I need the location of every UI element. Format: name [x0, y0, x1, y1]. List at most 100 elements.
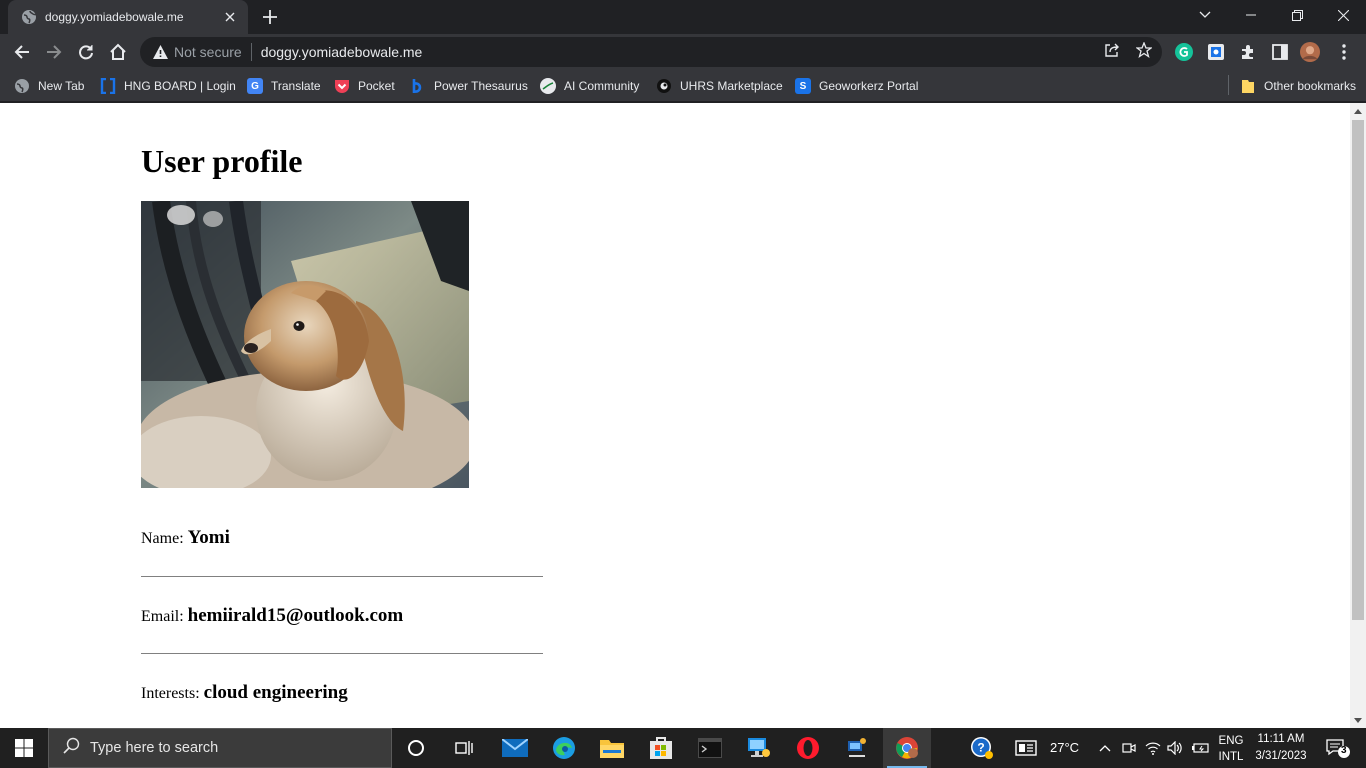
uhrs-icon — [656, 78, 672, 94]
back-button[interactable] — [8, 38, 36, 66]
opera-icon[interactable] — [784, 728, 832, 768]
bookmark-label: Translate — [271, 79, 321, 93]
bookmark-power-thesaurus[interactable]: Power Thesaurus — [410, 75, 528, 97]
clock-date: 3/31/2023 — [1255, 750, 1307, 762]
remote-desktop-icon[interactable] — [735, 728, 783, 768]
search-icon — [63, 737, 80, 759]
bookmark-label: AI Community — [564, 79, 640, 93]
mail-icon[interactable] — [491, 728, 539, 768]
tab-title: doggy.yomiadebowale.me — [45, 10, 184, 24]
bookmarks-divider — [1228, 75, 1229, 95]
taskbar-search-box[interactable]: Type here to search — [48, 728, 392, 768]
email-value: hemiirald15@outlook.com — [187, 605, 404, 626]
pocket-icon — [334, 78, 350, 94]
interests-field: Interests: cloud engineering — [141, 682, 348, 704]
cortana-icon[interactable] — [392, 728, 440, 768]
bookmark-ai-community[interactable]: AI Community — [540, 75, 639, 97]
address-bar[interactable]: Not secure doggy.yomiadebowale.me — [140, 37, 1162, 67]
bookmark-uhrs-marketplace[interactable]: UHRS Marketplace — [656, 75, 783, 97]
thesaurus-icon — [410, 78, 426, 94]
svg-text:?: ? — [977, 741, 984, 755]
weather-temperature[interactable]: 27°C — [1050, 740, 1079, 755]
bookmark-star-icon[interactable] — [1135, 41, 1153, 59]
web-page: User profile Name: Yomi Email: hemiirald… — [0, 103, 1350, 728]
bookmark-geoworkerz-portal[interactable]: S Geoworkerz Portal — [795, 75, 918, 97]
url-text[interactable]: doggy.yomiadebowale.me — [261, 44, 423, 60]
interests-value: cloud engineering — [203, 682, 348, 703]
notification-center-icon[interactable]: 3 — [1318, 728, 1358, 768]
name-label: Name: — [141, 530, 184, 547]
language-indicator[interactable]: ENG INTL — [1216, 733, 1246, 765]
bookmark-label: New Tab — [38, 79, 85, 93]
share-icon[interactable] — [1103, 41, 1121, 59]
notification-count: 3 — [1341, 745, 1347, 756]
bookmark-translate[interactable]: G Translate — [247, 75, 321, 97]
browser-tab[interactable]: doggy.yomiadebowale.me — [8, 0, 248, 34]
scrollbar-thumb[interactable] — [1352, 120, 1364, 620]
chrome-taskbar-button[interactable] — [883, 728, 931, 768]
page-scrollbar[interactable] — [1350, 103, 1366, 728]
profile-avatar-icon[interactable] — [1300, 42, 1320, 62]
tab-strip: doggy.yomiadebowale.me — [0, 0, 1366, 34]
scroll-up-arrow-icon[interactable] — [1354, 109, 1362, 114]
bookmark-label: Geoworkerz Portal — [819, 79, 919, 93]
home-button[interactable] — [104, 38, 132, 66]
tab-search-icon[interactable] — [1182, 0, 1228, 30]
name-value: Yomi — [187, 527, 230, 548]
search-placeholder: Type here to search — [90, 740, 219, 756]
minimize-button[interactable] — [1228, 0, 1274, 30]
bookmarks-bar: New Tab HNG BOARD | Login G Translate Po… — [0, 70, 1366, 102]
microsoft-store-icon[interactable] — [637, 728, 685, 768]
email-field: Email: hemiirald15@outlook.com — [141, 605, 403, 627]
bookmark-label: Pocket — [358, 79, 395, 93]
weather-icon[interactable] — [1008, 728, 1044, 768]
globe-icon — [14, 78, 30, 94]
forward-button[interactable] — [40, 38, 68, 66]
battery-icon[interactable] — [1187, 728, 1213, 768]
volume-icon[interactable] — [1163, 728, 1187, 768]
ai-community-icon — [540, 78, 556, 94]
bookmark-new-tab[interactable]: New Tab — [14, 75, 84, 97]
reload-button[interactable] — [72, 38, 100, 66]
interests-label: Interests: — [141, 685, 200, 702]
email-label: Email: — [141, 608, 184, 625]
close-tab-icon[interactable] — [222, 9, 238, 25]
new-tab-button[interactable] — [258, 5, 282, 29]
edge-icon[interactable] — [540, 728, 588, 768]
bookmark-hng-board[interactable]: HNG BOARD | Login — [100, 75, 236, 97]
other-bookmarks-label: Other bookmarks — [1264, 79, 1357, 93]
clock-time: 11:11 AM — [1257, 733, 1305, 745]
bookmark-pocket[interactable]: Pocket — [334, 75, 395, 97]
wifi-icon[interactable] — [1141, 728, 1165, 768]
task-view-icon[interactable] — [440, 728, 488, 768]
network-tool-icon[interactable] — [833, 728, 881, 768]
divider — [141, 653, 543, 654]
language-line1: ENG — [1218, 735, 1244, 747]
address-divider — [250, 43, 252, 61]
scroll-down-arrow-icon[interactable] — [1354, 718, 1362, 723]
help-icon[interactable]: ? — [958, 728, 1006, 768]
translate-icon: G — [247, 78, 263, 94]
restore-button[interactable] — [1274, 0, 1320, 30]
extensions-puzzle-icon[interactable] — [1238, 42, 1258, 62]
bookmark-label: Power Thesaurus — [434, 79, 528, 93]
show-hidden-icons[interactable] — [1092, 728, 1118, 768]
folder-icon — [1240, 78, 1256, 94]
security-label[interactable]: Not secure — [174, 44, 242, 60]
other-bookmarks-folder[interactable]: Other bookmarks — [1240, 75, 1356, 97]
globe-icon — [21, 9, 37, 25]
page-title: User profile — [141, 143, 303, 179]
grammarly-icon[interactable] — [1174, 42, 1194, 62]
menu-kebab-icon[interactable] — [1334, 42, 1354, 62]
close-window-button[interactable] — [1320, 0, 1366, 30]
camera-icon[interactable] — [1117, 728, 1141, 768]
terminal-icon[interactable] — [686, 728, 734, 768]
extension-blue-icon[interactable] — [1206, 42, 1226, 62]
warning-icon[interactable] — [152, 44, 168, 60]
file-explorer-icon[interactable] — [588, 728, 636, 768]
side-panel-icon[interactable] — [1270, 42, 1290, 62]
clock[interactable]: 11:11 AM 3/31/2023 — [1252, 731, 1310, 765]
geoworkerz-icon: S — [795, 78, 811, 94]
dog-photo — [141, 201, 469, 488]
start-button[interactable] — [0, 728, 48, 768]
